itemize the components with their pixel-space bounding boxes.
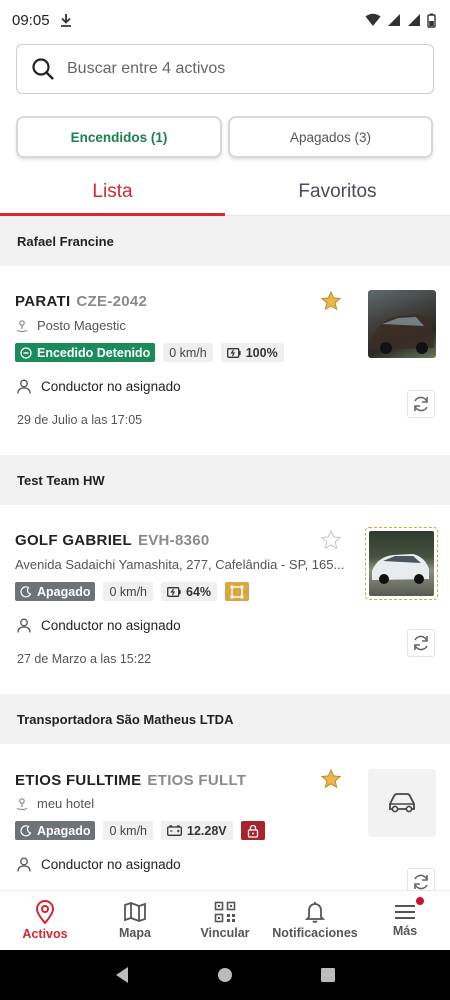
- battery-chip: 100%: [220, 343, 284, 362]
- back-icon[interactable]: [114, 966, 130, 984]
- vehicle-location: meu hotel: [15, 796, 94, 811]
- status-badge: Apagado: [15, 821, 96, 840]
- lock-badge: [240, 821, 265, 840]
- battery-chip: 64%: [161, 582, 218, 601]
- battery-charge-icon: [167, 586, 181, 597]
- vehicle-card[interactable]: GOLF GABRIEL EVH-8360 Avenida Sadaichi Ya…: [0, 505, 450, 693]
- star-filled-icon[interactable]: [320, 290, 342, 312]
- geofence-icon: [16, 797, 28, 810]
- last-update: 29 de Julio a las 17:05: [17, 413, 143, 427]
- status-time: 09:05: [12, 11, 50, 29]
- vehicle-plate: EVH-8360: [137, 532, 210, 549]
- tab-favoritos[interactable]: Favoritos: [225, 168, 450, 215]
- group-header: Transportadora São Matheus LTDA: [0, 694, 450, 744]
- ignition-on-icon: [20, 346, 32, 359]
- speed-chip: 0 km/h: [103, 821, 153, 840]
- group-header: Test Team HW: [0, 455, 450, 505]
- refresh-button[interactable]: [407, 868, 435, 890]
- refresh-button[interactable]: [407, 629, 435, 657]
- download-icon: [60, 14, 71, 27]
- vehicle-plate: CZE-2042: [76, 293, 148, 310]
- vehicle-badges: Apagado 0 km/h 64%: [15, 582, 250, 601]
- vehicle-location: Posto Magestic: [15, 318, 126, 333]
- nav-notificaciones[interactable]: Notificaciones: [270, 891, 360, 950]
- person-icon: [17, 379, 31, 394]
- last-update: 27 de Marzo a las 15:22: [17, 652, 152, 666]
- vehicle-photo: [365, 527, 438, 600]
- driver-row: Conductor no asignado: [17, 857, 181, 872]
- filter-on-button[interactable]: Encendidos (1): [16, 116, 222, 158]
- vehicle-photo: [368, 290, 436, 358]
- person-icon: [17, 857, 31, 872]
- moon-icon: [20, 585, 32, 597]
- vehicle-name: PARATI: [15, 293, 71, 310]
- nav-mapa[interactable]: Mapa: [90, 891, 180, 950]
- wifi-icon: [365, 13, 381, 26]
- battery-icon: [427, 13, 436, 28]
- car-icon: [389, 793, 415, 813]
- qr-code-icon: [214, 901, 236, 923]
- status-badge: Apagado: [15, 582, 96, 601]
- tab-lista[interactable]: Lista: [0, 168, 225, 216]
- speed-chip: 0 km/h: [103, 582, 153, 601]
- status-badge: Encedido Detenido: [15, 343, 156, 362]
- vehicle-badges: Encedido Detenido 0 km/h 100%: [15, 343, 284, 362]
- geofence-badge: [225, 582, 250, 601]
- geofence-square-icon: [230, 585, 244, 598]
- driver-row: Conductor no asignado: [17, 618, 181, 633]
- recents-icon[interactable]: [320, 967, 336, 983]
- battery-charge-icon: [226, 347, 241, 358]
- refresh-icon: [414, 635, 428, 651]
- vehicle-name: GOLF GABRIEL: [15, 532, 132, 549]
- bottom-nav: Activos Mapa Vincular Notificaciones Más: [0, 890, 450, 950]
- group-header: Rafael Francine: [0, 216, 450, 266]
- speed-chip: 0 km/h: [163, 343, 213, 362]
- signal-icon: [388, 14, 400, 26]
- search-input[interactable]: Buscar entre 4 activos: [67, 60, 225, 78]
- moon-icon: [20, 824, 32, 836]
- refresh-icon: [414, 874, 428, 890]
- star-outline-icon[interactable]: [320, 529, 342, 551]
- map-icon: [124, 902, 146, 922]
- driver-row: Conductor no asignado: [17, 379, 181, 394]
- vehicle-plate: ETIOS FULLT: [147, 772, 247, 789]
- vehicle-title: ETIOS FULLTIME ETIOS FULLT: [15, 772, 246, 789]
- vehicle-location: Avenida Sadaichi Yamashita, 277, Cafelân…: [15, 557, 345, 572]
- voltage-chip: 12.28V: [161, 821, 233, 840]
- vehicle-card[interactable]: ETIOS FULLTIME ETIOS FULLT meu hotel Apag…: [0, 744, 450, 890]
- nav-vincular[interactable]: Vincular: [180, 891, 270, 950]
- filter-off-button[interactable]: Apagados (3): [228, 116, 433, 158]
- status-bar: 09:05: [0, 0, 450, 40]
- vehicle-title: GOLF GABRIEL EVH-8360: [15, 532, 210, 549]
- nav-mas[interactable]: Más: [360, 891, 450, 950]
- vehicle-name: ETIOS FULLTIME: [15, 772, 142, 789]
- vehicle-placeholder: [368, 769, 436, 837]
- vehicle-badges: Apagado 0 km/h 12.28V: [15, 821, 265, 840]
- refresh-icon: [414, 396, 428, 412]
- menu-icon: [395, 905, 415, 919]
- geofence-icon: [16, 319, 28, 332]
- vehicle-title: PARATI CZE-2042: [15, 293, 147, 310]
- car-battery-icon: [167, 825, 182, 836]
- home-icon[interactable]: [217, 967, 233, 983]
- system-nav-bar: [0, 950, 450, 1000]
- nav-activos[interactable]: Activos: [0, 891, 90, 950]
- vehicle-card[interactable]: PARATI CZE-2042 Posto Magestic Encedido D…: [0, 266, 450, 454]
- person-icon: [17, 618, 31, 633]
- location-pin-icon: [35, 900, 55, 924]
- refresh-button[interactable]: [407, 390, 435, 418]
- bell-icon: [305, 902, 325, 923]
- tab-bar: Lista Favoritos: [0, 168, 450, 216]
- search-icon: [32, 58, 54, 80]
- lock-icon: [247, 824, 258, 838]
- star-filled-icon[interactable]: [320, 768, 342, 790]
- notification-dot: [416, 897, 424, 905]
- signal-icon-2: [408, 14, 420, 26]
- search-box[interactable]: Buscar entre 4 activos: [16, 44, 434, 94]
